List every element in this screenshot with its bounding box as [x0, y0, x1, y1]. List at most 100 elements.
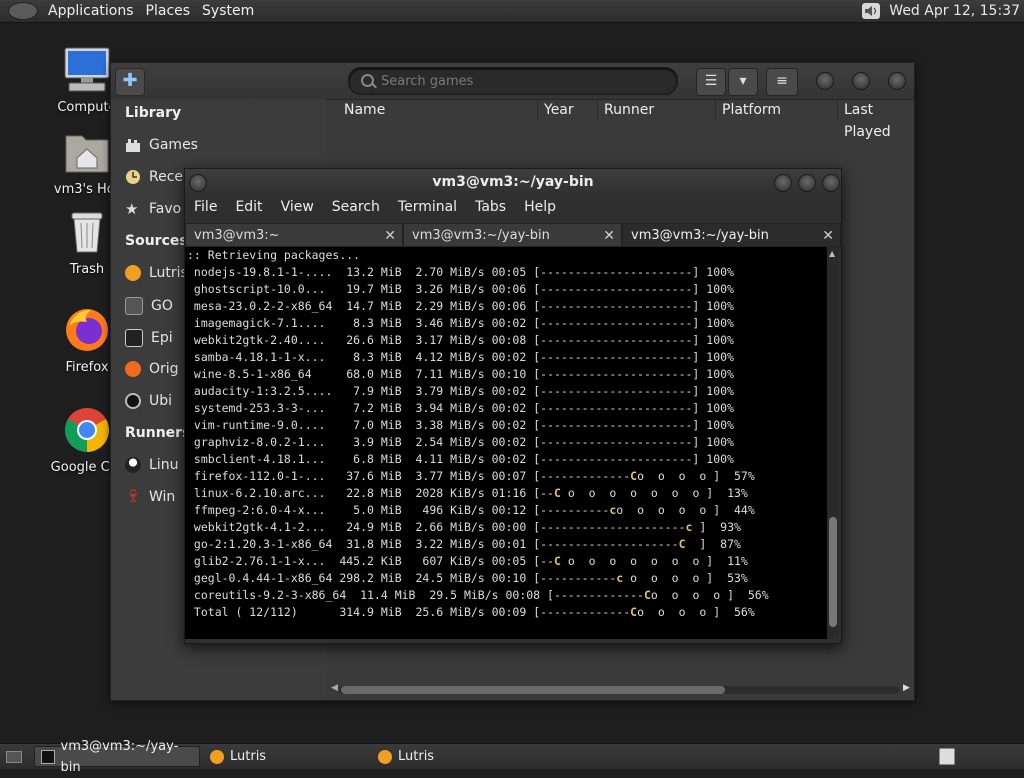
volume-icon[interactable] — [861, 2, 881, 20]
close-icon[interactable]: ✕ — [603, 224, 615, 248]
download-row: smbclient-4.18.1... 6.8 MiB 4.11 MiB/s 0… — [185, 451, 827, 468]
column-header-platform[interactable]: Platform — [716, 99, 838, 121]
row-info: ghostscript-10.0... 19.7 MiB 3.26 MiB/s … — [187, 282, 534, 296]
menu-help[interactable]: Help — [515, 199, 565, 215]
clock[interactable]: Wed Apr 12, 15:37 — [889, 3, 1020, 19]
hamburger-menu-icon: ≡ — [776, 73, 788, 89]
workspace-switcher-icon[interactable] — [938, 747, 956, 766]
tab-2[interactable]: vm3@vm3:~/yay-bin ✕ — [403, 223, 622, 247]
taskbar-item-lutris-2[interactable]: Lutris — [372, 746, 538, 767]
sidebar-item-recent[interactable]: Rece — [125, 169, 183, 185]
terminal-line: :: Retrieving packages... — [187, 248, 361, 262]
progress-bar: [----------------------] — [533, 282, 700, 296]
column-header-runner[interactable]: Runner — [598, 99, 716, 121]
library-heading: Library — [125, 105, 182, 121]
scroll-right-icon[interactable]: ▶ — [903, 683, 910, 693]
column-header-name[interactable]: Name — [338, 99, 538, 121]
row-info: systemd-253.3-3-... 7.2 MiB 3.94 MiB/s 0… — [187, 401, 534, 415]
scroll-left-icon[interactable]: ◀ — [331, 683, 338, 693]
applications-menu[interactable]: Applications — [42, 0, 140, 22]
terminal-titlebar[interactable]: vm3@vm3:~/yay-bin — [185, 169, 841, 195]
main-menu-button[interactable]: ≡ — [766, 68, 798, 96]
sidebar-item-label: Lutris — [149, 265, 188, 281]
taskbar-item-label: vm3@vm3:~/yay-bin — [60, 738, 179, 775]
tab-1[interactable]: vm3@vm3:~ ✕ — [185, 223, 403, 247]
minimize-button[interactable] — [774, 174, 792, 192]
minimize-button[interactable] — [816, 72, 834, 90]
progress-percent: 53% — [713, 571, 748, 585]
download-row: graphviz-8.0.2-1... 3.9 MiB 2.54 MiB/s 0… — [185, 434, 827, 451]
row-info: nodejs-19.8.1-1-.... 13.2 MiB 2.70 MiB/s… — [187, 265, 534, 279]
row-info: webkit2gtk-4.1-2... 24.9 MiB 2.66 MiB/s … — [187, 520, 534, 534]
show-desktop-icon[interactable] — [6, 749, 22, 763]
sidebar-item-favorites[interactable]: ★ Favo — [125, 201, 181, 217]
column-header-year[interactable]: Year — [538, 99, 598, 121]
progress-bar: [----------------------] — [533, 418, 700, 432]
scrollbar-thumb[interactable] — [341, 686, 725, 694]
view-dropdown-button[interactable]: ▾ — [728, 68, 758, 96]
progress-bar: [----------------------] — [533, 333, 700, 347]
progress-percent: 100% — [699, 452, 734, 466]
menu-terminal[interactable]: Terminal — [389, 199, 466, 215]
maximize-button[interactable] — [852, 72, 870, 90]
search-icon — [361, 74, 374, 87]
sidebar-item-label: Win — [149, 489, 176, 505]
system-menu[interactable]: System — [196, 0, 260, 22]
sidebar-item-lutris[interactable]: Lutris — [125, 265, 188, 281]
scrollbar-thumb[interactable] — [829, 517, 837, 627]
close-icon[interactable]: ✕ — [822, 224, 834, 248]
tab-label: vm3@vm3:~ — [194, 228, 280, 243]
close-button[interactable] — [822, 174, 840, 192]
sidebar-item-games[interactable]: Games — [125, 137, 198, 153]
list-view-button[interactable]: ☰ — [696, 68, 726, 96]
progress-percent: 56% — [734, 588, 769, 602]
sidebar-item-origin[interactable]: Orig — [125, 361, 179, 377]
progress-percent: 100% — [699, 333, 734, 347]
progress-bar: [----------------------] — [533, 384, 700, 398]
progress-percent: 100% — [699, 299, 734, 313]
add-game-button[interactable]: ✚ — [115, 68, 145, 96]
search-input[interactable] — [379, 71, 663, 91]
menu-tabs[interactable]: Tabs — [466, 199, 515, 215]
taskbar-item-lutris-1[interactable]: Lutris — [204, 746, 370, 767]
places-menu[interactable]: Places — [140, 0, 197, 22]
close-icon[interactable]: ✕ — [384, 224, 396, 248]
horizontal-scrollbar[interactable]: ◀ ▶ — [331, 683, 911, 697]
progress-percent: 100% — [699, 316, 734, 330]
maximize-button[interactable] — [798, 174, 816, 192]
row-info: firefox-112.0-1-... 37.6 MiB 3.77 MiB/s … — [187, 469, 534, 483]
window-title: vm3@vm3:~/yay-bin — [432, 174, 594, 190]
pacman-progress-icon: C — [553, 554, 561, 568]
sidebar-item-epic[interactable]: Epi — [125, 329, 173, 347]
download-row: ffmpeg-2:6.0-4-x... 5.0 MiB 496 KiB/s 00… — [185, 502, 827, 519]
menu-file[interactable]: File — [185, 199, 226, 215]
tab-3[interactable]: vm3@vm3:~/yay-bin ✕ — [622, 223, 841, 247]
close-button[interactable] — [888, 72, 906, 90]
download-row: systemd-253.3-3-... 7.2 MiB 3.94 MiB/s 0… — [185, 400, 827, 417]
sidebar-item-linux[interactable]: Linu — [125, 457, 178, 473]
progress-bar: [----------------------] — [533, 299, 700, 313]
terminal-output[interactable]: :: Retrieving packages... nodejs-19.8.1-… — [185, 247, 827, 639]
games-icon — [126, 139, 140, 152]
vertical-scrollbar[interactable]: ▲ — [827, 247, 839, 639]
scroll-up-icon[interactable]: ▲ — [829, 249, 835, 258]
taskbar-item-terminal[interactable]: vm3@vm3:~/yay-bin — [34, 739, 200, 775]
column-header-last-played[interactable]: Last Played — [838, 99, 914, 140]
sidebar-item-gog[interactable]: GO — [125, 297, 173, 315]
sources-heading: Sources — [125, 233, 188, 249]
progress-percent: 57% — [720, 469, 755, 483]
chevron-down-icon: ▾ — [739, 73, 747, 89]
lutris-icon — [378, 749, 392, 764]
menu-edit[interactable]: Edit — [226, 199, 271, 215]
search-box[interactable] — [348, 67, 678, 95]
row-info: coreutils-9.2-3-x86_64 11.4 MiB 29.5 MiB… — [187, 588, 548, 602]
progress-bar: [--------------------- — [533, 520, 686, 534]
sidebar-item-ubisoft[interactable]: Ubi — [125, 393, 172, 409]
sidebar-item-wine[interactable]: 🍷︎ Win — [125, 489, 175, 505]
row-info: webkit2gtk-2.40.... 26.6 MiB 3.17 MiB/s … — [187, 333, 534, 347]
menu-search[interactable]: Search — [323, 199, 389, 215]
window-menu-button[interactable] — [189, 174, 207, 192]
menu-view[interactable]: View — [272, 199, 323, 215]
distro-logo-icon[interactable] — [8, 2, 38, 20]
progress-bar-remaining: o o o o ] — [637, 605, 721, 619]
